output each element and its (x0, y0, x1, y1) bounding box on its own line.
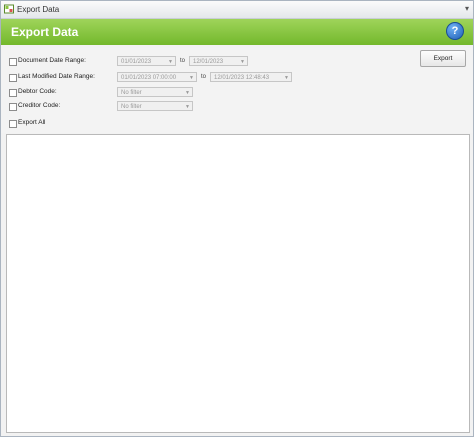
page-title: Export Data (11, 25, 79, 39)
debtor-code-label: Debtor Code: (18, 88, 57, 95)
creditor-code-select[interactable]: No filter ▼ (117, 101, 193, 111)
last-modified-to-input[interactable]: 12/01/2023 12:48:43 ▼ (210, 72, 292, 82)
creditor-code-value: No filter (121, 104, 142, 110)
window-menu-icon[interactable]: ▾ (465, 4, 469, 13)
document-date-to-separator: to (180, 58, 186, 64)
filter-panel: Document Date Range: 01/01/2023 ▼ to 12/… (1, 48, 473, 133)
chevron-down-icon[interactable]: ▼ (185, 102, 190, 112)
chevron-down-icon[interactable]: ▼ (189, 73, 194, 83)
page-header: Export Data ? (1, 19, 473, 45)
last-modified-date-range-checkbox[interactable] (9, 74, 17, 82)
app-icon (4, 4, 14, 14)
document-date-to-input[interactable]: 12/01/2023 ▼ (189, 56, 248, 66)
export-data-window: Export Data ▾ Export Data ? Document Dat… (0, 0, 474, 437)
export-button[interactable]: Export (420, 50, 466, 67)
debtor-code-value: No filter (121, 90, 142, 96)
last-modified-from-value: 01/01/2023 07:00:00 (121, 75, 177, 81)
document-date-range-label: Document Date Range: (18, 57, 86, 64)
chevron-down-icon[interactable]: ▼ (168, 57, 173, 67)
chevron-down-icon[interactable]: ▼ (284, 73, 289, 83)
last-modified-date-range-label: Last Modified Date Range: (18, 73, 95, 80)
export-all-checkbox[interactable] (9, 120, 17, 128)
last-modified-from-input[interactable]: 01/01/2023 07:00:00 ▼ (117, 72, 197, 82)
debtor-code-select[interactable]: No filter ▼ (117, 87, 193, 97)
window-title: Export Data (17, 5, 60, 14)
chevron-down-icon[interactable]: ▼ (185, 88, 190, 98)
chevron-down-icon[interactable]: ▼ (240, 57, 245, 67)
debtor-code-checkbox[interactable] (9, 89, 17, 97)
help-icon[interactable]: ? (446, 22, 464, 40)
document-date-from-value: 01/01/2023 (121, 59, 152, 65)
document-date-to-value: 12/01/2023 (193, 59, 224, 65)
creditor-code-checkbox[interactable] (9, 103, 17, 111)
document-date-range-checkbox[interactable] (9, 58, 17, 66)
title-bar: Export Data ▾ (1, 1, 473, 19)
creditor-code-label: Creditor Code: (18, 102, 61, 109)
last-modified-to-value: 12/01/2023 12:48:43 (214, 75, 270, 81)
results-area (6, 134, 470, 433)
last-modified-to-separator: to (201, 74, 207, 80)
export-all-label: Export All (18, 119, 46, 126)
document-date-from-input[interactable]: 01/01/2023 ▼ (117, 56, 176, 66)
